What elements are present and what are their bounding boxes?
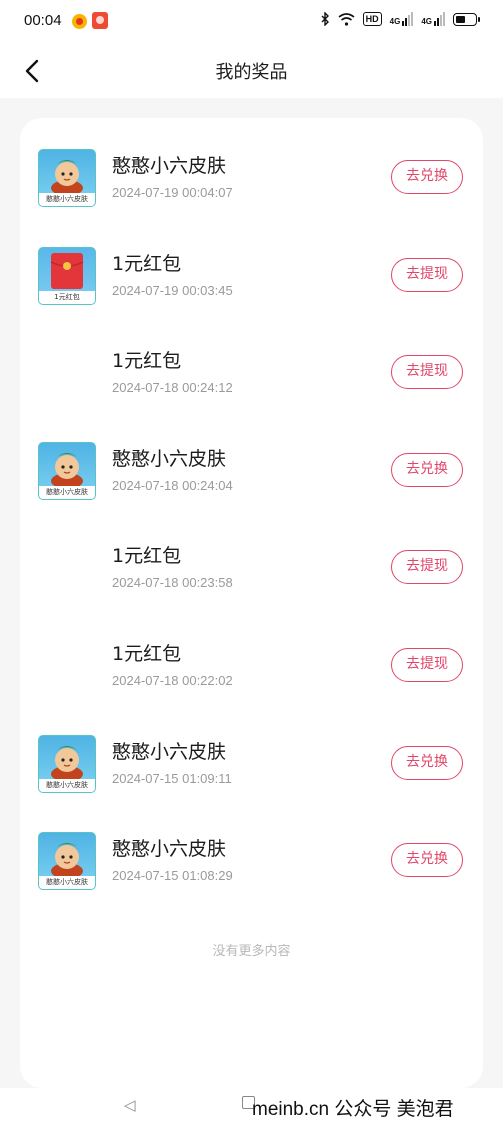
thumbnail-caption: 憨憨小六皮肤 xyxy=(39,778,95,792)
thumbnail-caption: 憨憨小六皮肤 xyxy=(39,485,95,499)
redeem-button[interactable]: 去兑换 xyxy=(391,160,463,194)
thumbnail-caption: 1元红包 xyxy=(39,290,95,304)
prize-name: 憨憨小六皮肤 xyxy=(112,155,227,177)
prize-timestamp: 2024-07-18 00:24:04 xyxy=(112,477,233,493)
system-back-icon[interactable]: ◁ xyxy=(124,1096,136,1114)
status-bar: 00:04 HD 4G 4G xyxy=(0,0,503,44)
redeem-button[interactable]: 去兑换 xyxy=(391,745,463,780)
prize-timestamp: 2024-07-18 00:24:12 xyxy=(112,380,233,396)
wifi-icon xyxy=(338,12,355,26)
thumbnail-caption: 憨憨小六皮肤 xyxy=(39,193,95,206)
prize-item: 1元红包 2024-07-18 00:23:58 去提现 xyxy=(20,508,483,606)
prize-item: 1元红包 1元红包 2024-07-19 00:03:45 去提现 xyxy=(20,216,483,314)
skin-thumbnail: 憨憨小六皮肤 xyxy=(38,441,96,500)
prize-timestamp: 2024-07-19 00:03:45 xyxy=(112,282,233,298)
prize-timestamp: 2024-07-18 00:22:02 xyxy=(112,673,233,688)
bluetooth-icon xyxy=(321,12,329,26)
prize-name: 1元红包 xyxy=(112,252,182,275)
page-title: 我的奖品 xyxy=(215,62,288,83)
skin-thumbnail: 憨憨小六皮肤 xyxy=(38,149,96,207)
battery-icon xyxy=(453,12,480,26)
prize-list-card: 憨憨小六皮肤 憨憨小六皮肤 2024-07-19 00:04:07 去兑换 1元红包 1元… xyxy=(20,118,483,1088)
prize-timestamp: 2024-07-19 00:04:07 xyxy=(112,185,233,200)
prize-name: 1元红包 xyxy=(112,545,182,568)
withdraw-button[interactable]: 去提现 xyxy=(391,550,463,585)
withdraw-button[interactable]: 去提现 xyxy=(391,257,463,292)
skin-thumbnail: 憨憨小六皮肤 xyxy=(38,832,96,891)
prize-name: 1元红包 xyxy=(112,643,182,665)
prize-name: 1元红包 xyxy=(112,350,182,373)
prize-item: 憨憨小六皮肤 憨憨小六皮肤 2024-07-19 00:04:07 去兑换 xyxy=(20,118,483,216)
prize-name: 憨憨小六皮肤 xyxy=(112,838,227,861)
prize-name: 憨憨小六皮肤 xyxy=(112,447,227,470)
redeem-button[interactable]: 去兑换 xyxy=(391,843,463,878)
weibo-notification-icon xyxy=(72,14,87,29)
prize-item: 憨憨小六皮肤 憨憨小六皮肤 2024-07-15 01:09:11 去兑换 xyxy=(20,704,483,802)
prize-timestamp: 2024-07-15 01:09:11 xyxy=(112,770,232,786)
no-more-content-label: 没有更多内容 xyxy=(212,944,291,959)
prize-timestamp: 2024-07-15 01:08:29 xyxy=(112,868,233,884)
prize-item: 1元红包 2024-07-18 00:24:12 去提现 xyxy=(20,313,483,411)
status-icons: HD 4G 4G xyxy=(320,12,480,26)
prize-name: 憨憨小六皮肤 xyxy=(112,740,227,763)
withdraw-button[interactable]: 去提现 xyxy=(391,355,463,390)
signal-icon-2: 4G xyxy=(421,12,445,26)
thumbnail-caption: 憨憨小六皮肤 xyxy=(39,876,95,890)
skin-thumbnail: 憨憨小六皮肤 xyxy=(38,734,96,793)
status-time: 00:04 xyxy=(24,12,62,29)
signal-icon: 4G xyxy=(390,12,414,26)
prize-item: 1元红包 2024-07-18 00:22:02 去提现 xyxy=(20,606,483,704)
watermark-text: meinb.cn 公众号 美泡君 xyxy=(252,1099,454,1120)
prize-timestamp: 2024-07-18 00:23:58 xyxy=(112,575,233,591)
redeem-button[interactable]: 去兑换 xyxy=(391,452,463,487)
hd-badge: HD xyxy=(362,12,382,26)
withdraw-button[interactable]: 去提现 xyxy=(391,648,463,682)
navigation-bar: 我的奖品 xyxy=(0,44,503,98)
prize-item: 憨憨小六皮肤 憨憨小六皮肤 2024-07-15 01:08:29 去兑换 xyxy=(20,801,483,899)
prize-item: 憨憨小六皮肤 憨憨小六皮肤 2024-07-18 00:24:04 去兑换 xyxy=(20,411,483,509)
app-notification-icon xyxy=(92,12,108,29)
red-packet-thumbnail: 1元红包 xyxy=(38,246,96,305)
